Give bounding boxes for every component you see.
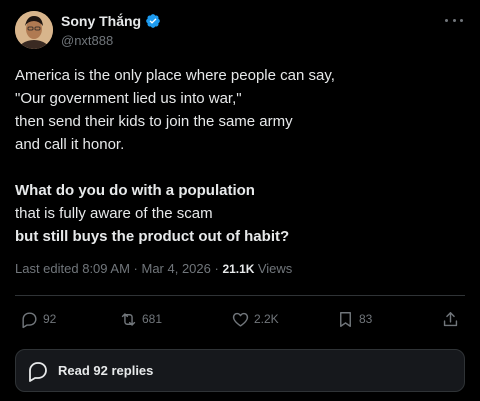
edited-timestamp[interactable]: Last edited 8:09 AM bbox=[15, 261, 130, 276]
like-button[interactable]: 2.2K bbox=[231, 303, 279, 335]
retweet-button[interactable]: 681 bbox=[119, 303, 162, 335]
handle[interactable]: @nxt888 bbox=[61, 33, 161, 48]
read-replies-label: Read 92 replies bbox=[58, 363, 154, 378]
action-bar: 92 681 2.2K 83 bbox=[15, 303, 465, 335]
bookmark-button[interactable]: 83 bbox=[336, 303, 372, 335]
verified-badge-icon bbox=[145, 13, 161, 29]
display-name[interactable]: Sony Thắng bbox=[61, 13, 141, 29]
reply-count: 92 bbox=[43, 312, 57, 326]
tweet-line: but still buys the product out of habit? bbox=[15, 228, 290, 245]
tweet-meta: Last edited 8:09 AM · Mar 4, 2026 · 21.1… bbox=[15, 261, 292, 276]
bookmark-count: 83 bbox=[359, 312, 373, 326]
name-row: Sony Thắng bbox=[61, 12, 161, 30]
tweet-text: America is the only place where people c… bbox=[15, 64, 465, 248]
author-info: Sony Thắng @nxt888 bbox=[61, 12, 161, 48]
retweet-icon bbox=[119, 310, 142, 329]
read-replies-button[interactable]: Read 92 replies bbox=[15, 349, 465, 392]
meta-separator: · bbox=[133, 261, 142, 276]
tweet-line: then send their kids to join the same ar… bbox=[15, 113, 293, 130]
tweet-line: "Our government lied us into war," bbox=[15, 90, 242, 107]
divider bbox=[15, 295, 465, 296]
views-count[interactable]: 21.1K bbox=[222, 262, 257, 276]
bookmark-icon bbox=[336, 310, 359, 329]
like-count: 2.2K bbox=[254, 312, 279, 326]
heart-icon bbox=[231, 310, 254, 329]
tweet-line: that is fully aware of the scam bbox=[15, 205, 213, 222]
speech-bubble-icon bbox=[16, 359, 58, 383]
views-label: Views bbox=[257, 261, 293, 276]
more-horizontal-icon[interactable] bbox=[445, 14, 463, 26]
reply-icon bbox=[20, 310, 43, 329]
post-date[interactable]: Mar 4, 2026 bbox=[142, 261, 211, 276]
tweet-header: Sony Thắng @nxt888 bbox=[15, 11, 465, 51]
avatar[interactable] bbox=[15, 11, 53, 49]
share-button[interactable] bbox=[441, 303, 464, 335]
retweet-count: 681 bbox=[142, 312, 163, 326]
tweet: Sony Thắng @nxt888 America is the only p… bbox=[0, 0, 480, 401]
tweet-line: America is the only place where people c… bbox=[15, 67, 335, 84]
tweet-line: and call it honor. bbox=[15, 136, 125, 153]
tweet-line: What do you do with a population bbox=[15, 182, 255, 199]
reply-button[interactable]: 92 bbox=[20, 303, 56, 335]
share-icon bbox=[441, 310, 464, 329]
